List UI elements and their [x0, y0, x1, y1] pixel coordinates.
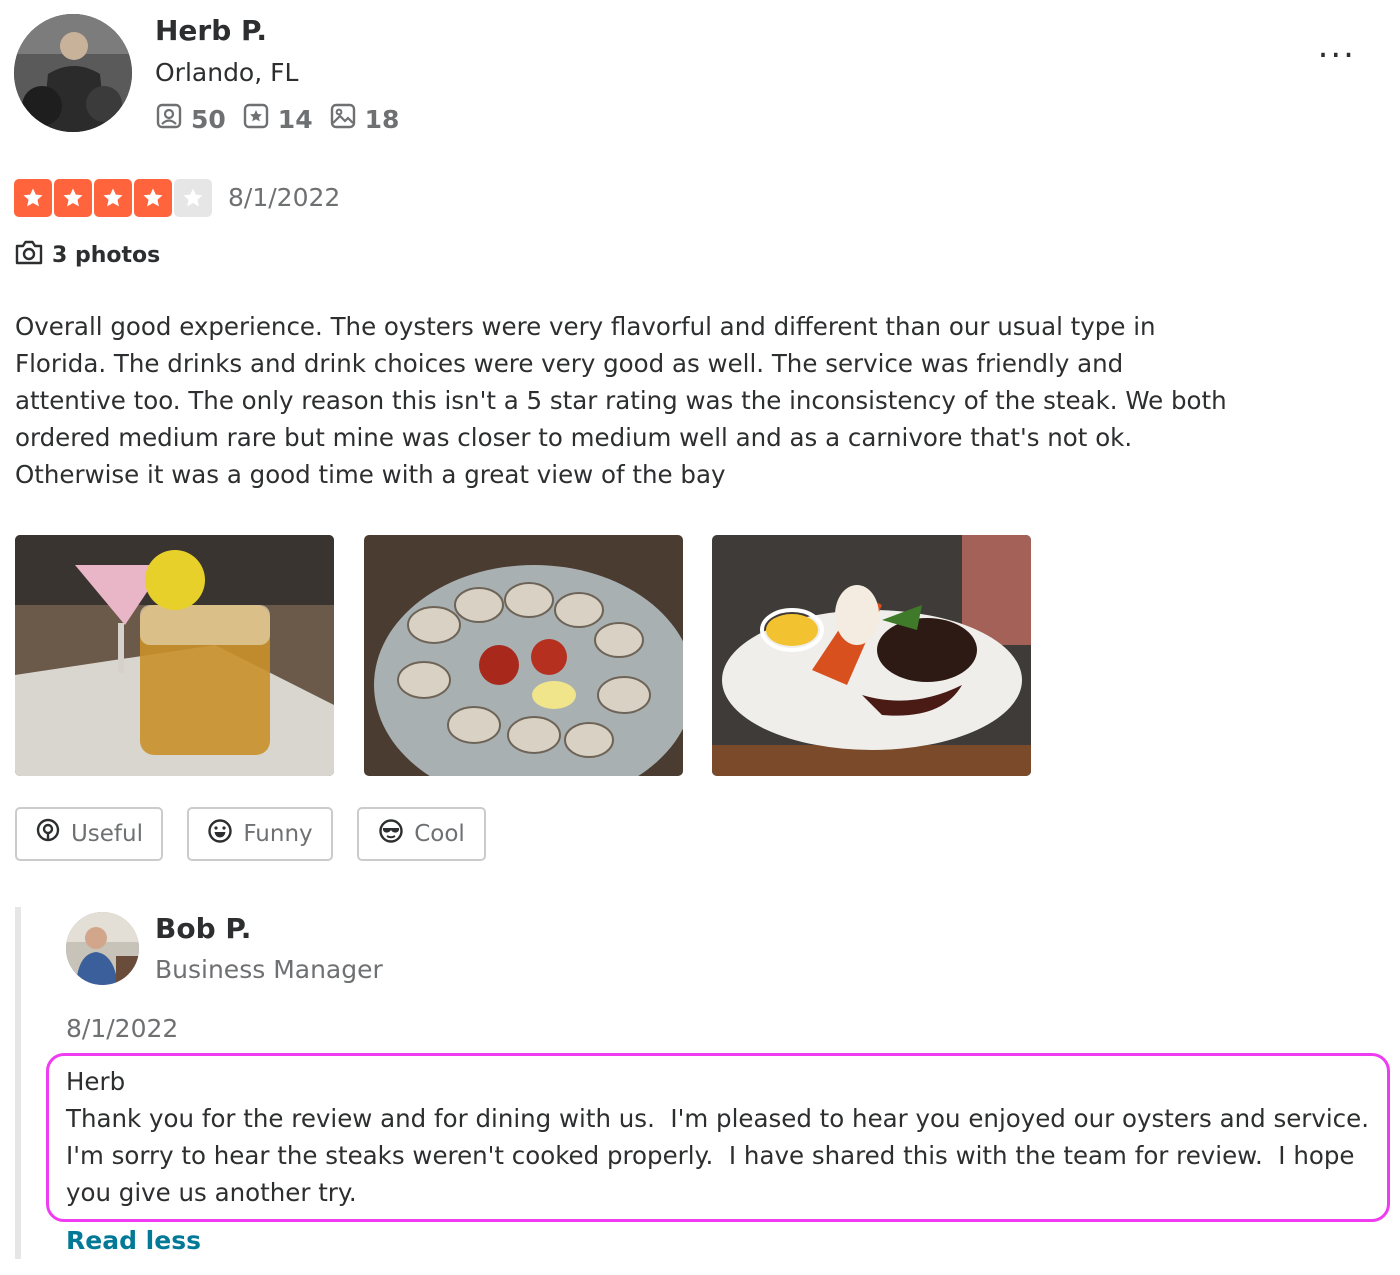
- photos-link-label: 3 photos: [52, 242, 161, 268]
- lightbulb-icon: [35, 818, 61, 850]
- reviewer-location: Orlando, FL: [155, 58, 299, 87]
- useful-button[interactable]: Useful: [15, 807, 163, 861]
- image-icon: [329, 102, 357, 136]
- reply-greeting: Herb: [66, 1067, 126, 1096]
- reply-date: 8/1/2022: [66, 1014, 179, 1043]
- reply-body: Thank you for the review and for dining …: [66, 1104, 1385, 1207]
- star-rating: [14, 179, 212, 217]
- friends-icon: [155, 102, 183, 136]
- review-text: Overall good experience. The oysters wer…: [15, 312, 1227, 489]
- useful-label: Useful: [70, 821, 144, 847]
- owner-role: Business Manager: [155, 955, 383, 984]
- review-photo-cocktail[interactable]: [15, 535, 334, 776]
- funny-button[interactable]: Funny: [187, 807, 333, 861]
- reviewer-stats: 50 14 18: [155, 102, 399, 136]
- star-empty-icon: [174, 179, 212, 217]
- owner-avatar[interactable]: [66, 912, 139, 985]
- sunglasses-face-icon: [378, 818, 404, 850]
- star-square-icon: [242, 102, 270, 136]
- more-options-button[interactable]: ...: [1318, 26, 1356, 66]
- cool-label: Cool: [414, 821, 465, 847]
- star-filled-icon: [14, 179, 52, 217]
- star-filled-icon: [54, 179, 92, 217]
- friends-stat: 50: [155, 102, 226, 136]
- reply-divider: [15, 907, 21, 1259]
- review-photo-oysters[interactable]: [364, 535, 683, 776]
- reply-text: Herb Thank you for the review and for di…: [66, 1063, 1386, 1211]
- photos-stat: 18: [329, 102, 400, 136]
- review-photo-steak-lobster[interactable]: [712, 535, 1031, 776]
- reviewer-name[interactable]: Herb P.: [155, 14, 267, 47]
- camera-icon: [14, 238, 44, 272]
- owner-name[interactable]: Bob P.: [155, 912, 251, 945]
- friends-count: 50: [191, 104, 226, 134]
- reviews-count: 14: [277, 104, 313, 134]
- photos-count: 18: [364, 104, 400, 134]
- read-less-link[interactable]: Read less: [66, 1226, 201, 1255]
- funny-label: Funny: [243, 821, 313, 847]
- review-date: 8/1/2022: [228, 183, 341, 212]
- laugh-face-icon: [207, 818, 233, 850]
- reviews-stat: 14: [242, 102, 313, 136]
- star-filled-icon: [94, 179, 132, 217]
- cool-button[interactable]: Cool: [357, 807, 486, 861]
- star-filled-icon: [134, 179, 172, 217]
- reviewer-avatar[interactable]: [14, 14, 132, 132]
- photos-link[interactable]: 3 photos: [14, 238, 160, 272]
